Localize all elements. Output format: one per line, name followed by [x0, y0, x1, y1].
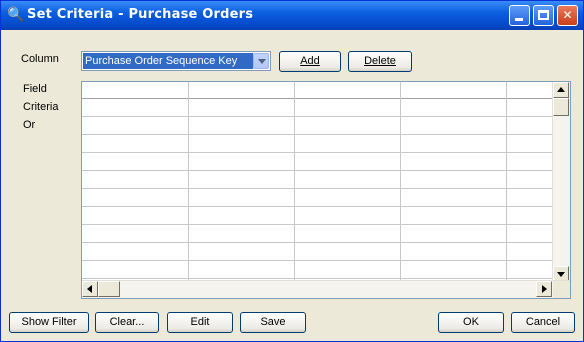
column-dropdown[interactable]: Purchase Order Sequence Key [81, 51, 271, 71]
save-button[interactable]: Save [240, 312, 306, 333]
maximize-icon [538, 10, 549, 20]
scroll-corner [553, 281, 570, 298]
horizontal-scrollbar[interactable] [82, 280, 570, 298]
grid-row-line [82, 224, 552, 225]
ok-button[interactable]: OK [438, 312, 504, 333]
edit-label: Edit [190, 316, 210, 328]
horizontal-scroll-thumb[interactable] [98, 281, 120, 297]
cancel-label: Cancel [525, 316, 561, 328]
grid-row-line [82, 242, 552, 243]
close-button[interactable]: ✕ [557, 5, 578, 26]
column-dropdown-value: Purchase Order Sequence Key [83, 53, 253, 69]
grid-row-line [82, 116, 552, 117]
cancel-button[interactable]: Cancel [511, 312, 575, 333]
scroll-left-icon[interactable] [82, 281, 98, 297]
search-icon: 🔍 [7, 7, 25, 23]
add-button[interactable]: Add [279, 51, 341, 72]
criteria-grid[interactable] [81, 81, 571, 299]
title-bar[interactable]: 🔍 Set Criteria - Purchase Orders ✕ [1, 1, 583, 30]
grid-column-line [400, 82, 401, 282]
delete-button-label: Delete [364, 55, 396, 67]
scroll-right-icon[interactable] [536, 281, 552, 297]
grid-row-line [82, 260, 552, 261]
row-label-field: Field [23, 83, 47, 95]
minimize-icon [515, 18, 523, 21]
close-icon: ✕ [562, 8, 573, 22]
grid-header-row [82, 82, 552, 99]
clear-button[interactable]: Clear... [95, 312, 159, 333]
ok-label: OK [463, 316, 479, 328]
grid-column-line [294, 82, 295, 282]
delete-button[interactable]: Delete [348, 51, 412, 72]
grid-row-line [82, 134, 552, 135]
row-label-criteria: Criteria [23, 101, 59, 113]
column-label: Column [21, 53, 59, 65]
scroll-up-icon[interactable] [553, 82, 569, 98]
clear-label: Clear... [109, 316, 145, 328]
set-criteria-dialog: 🔍 Set Criteria - Purchase Orders ✕ Colum… [0, 0, 584, 342]
grid-row-line [82, 188, 552, 189]
chevron-down-icon[interactable] [253, 53, 269, 69]
vertical-scroll-thumb[interactable] [553, 98, 569, 116]
vertical-scrollbar[interactable] [552, 82, 570, 282]
row-label-or: Or [23, 119, 36, 131]
grid-column-line [506, 82, 507, 282]
maximize-button[interactable] [533, 5, 554, 26]
save-label: Save [260, 316, 286, 328]
minimize-button[interactable] [509, 5, 530, 26]
grid-column-line [188, 82, 189, 282]
grid-row-line [82, 206, 552, 207]
grid-row-line [82, 278, 552, 279]
window-title: Set Criteria - Purchase Orders [27, 7, 254, 22]
grid-row-line [82, 170, 552, 171]
show-filter-label: Show Filter [21, 316, 77, 328]
grid-row-line [82, 152, 552, 153]
show-filter-button[interactable]: Show Filter [9, 312, 89, 333]
add-button-label: Add [300, 55, 320, 67]
edit-button[interactable]: Edit [167, 312, 233, 333]
